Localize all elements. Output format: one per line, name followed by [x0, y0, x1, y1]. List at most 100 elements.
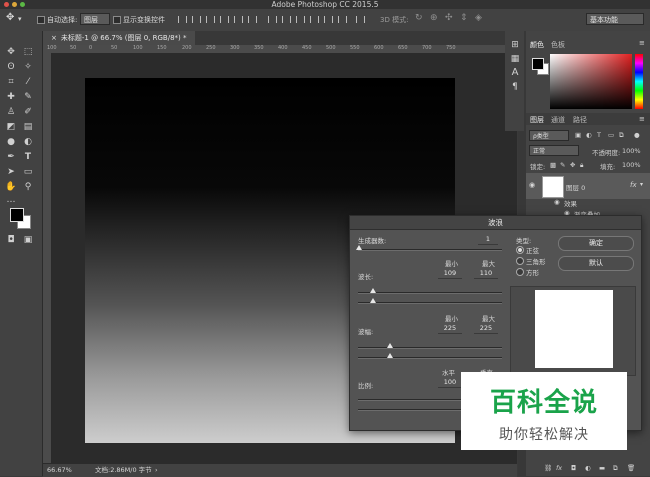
- amplitude-max-slider[interactable]: [358, 357, 502, 359]
- chevron-right-icon[interactable]: ›: [155, 464, 158, 477]
- default-button[interactable]: 默认: [558, 256, 634, 271]
- align-hcenter-icon[interactable]: [234, 16, 243, 23]
- marquee-tool-icon[interactable]: ⬚: [22, 46, 34, 58]
- panel-menu-icon[interactable]: ≡: [639, 39, 645, 47]
- document-tab[interactable]: × 未标题-1 @ 66.7% (图层 0, RGB/8*) *: [43, 31, 195, 45]
- maximize-window-button[interactable]: [20, 2, 25, 7]
- type-sine-label[interactable]: 正弦: [526, 245, 539, 255]
- more-tools-icon[interactable]: …: [5, 194, 17, 206]
- close-icon[interactable]: ×: [51, 34, 57, 42]
- chevron-down-icon[interactable]: ▾: [640, 181, 643, 188]
- move-tool-icon[interactable]: ✥: [6, 12, 14, 23]
- blur-tool-icon[interactable]: ●: [5, 136, 17, 148]
- foreground-color-swatch[interactable]: [10, 208, 24, 222]
- lock-all-icon[interactable]: 🔒︎: [580, 161, 583, 170]
- dodge-tool-icon[interactable]: ◐: [22, 136, 34, 148]
- auto-select-checkbox[interactable]: [37, 16, 45, 24]
- properties-panel-icon[interactable]: ▦: [509, 53, 521, 65]
- tab-channels[interactable]: 通道: [551, 115, 565, 125]
- pen-tool-icon[interactable]: ✒: [5, 151, 17, 163]
- rotate-3d-icon[interactable]: ↻: [415, 13, 423, 23]
- minimize-window-button[interactable]: [12, 2, 17, 7]
- new-layer-icon[interactable]: ⧉: [613, 464, 618, 473]
- magic-wand-tool-icon[interactable]: ✧: [22, 61, 34, 73]
- close-window-button[interactable]: [4, 2, 9, 7]
- tab-swatches[interactable]: 色板: [551, 40, 565, 50]
- align-left-icon[interactable]: [220, 16, 229, 23]
- show-transform-checkbox[interactable]: [113, 16, 121, 24]
- generators-slider-track[interactable]: [358, 249, 502, 251]
- fill-value[interactable]: 100%: [622, 161, 641, 169]
- character-panel-icon[interactable]: A: [509, 67, 521, 79]
- drag-3d-icon[interactable]: ✣: [445, 13, 453, 23]
- wavelength-max-field[interactable]: 110: [474, 268, 498, 279]
- panel-menu-icon[interactable]: ≡: [639, 115, 645, 123]
- layer-kind-filter[interactable]: ρ类型: [529, 130, 569, 141]
- color-panel-foreground-swatch[interactable]: [532, 58, 544, 70]
- distribute-vcenter-icon[interactable]: [282, 16, 291, 23]
- lock-position-icon[interactable]: ✥: [570, 161, 575, 169]
- hand-tool-icon[interactable]: ✋: [5, 181, 17, 193]
- ok-button[interactable]: 确定: [558, 236, 634, 251]
- wavelength-min-handle[interactable]: [370, 288, 376, 293]
- filter-type-icon[interactable]: T: [597, 131, 601, 139]
- tab-layers[interactable]: 图层: [530, 115, 544, 125]
- type-sine-radio[interactable]: [516, 246, 524, 254]
- filter-toggle-icon[interactable]: ●: [634, 131, 640, 139]
- amplitude-max-handle[interactable]: [387, 353, 393, 358]
- amplitude-min-field[interactable]: 225: [438, 323, 462, 334]
- generators-slider-handle[interactable]: [356, 245, 362, 250]
- slide-3d-icon[interactable]: ⇕: [460, 13, 468, 23]
- scale-horizontal-field[interactable]: 100: [438, 377, 462, 388]
- generators-field[interactable]: 1: [478, 234, 498, 245]
- align-bottom-icon[interactable]: [206, 16, 215, 23]
- eyedropper-tool-icon[interactable]: ⁄: [22, 76, 34, 88]
- blend-mode-dropdown[interactable]: 正常: [529, 145, 579, 156]
- layer-name[interactable]: 图层 0: [566, 182, 585, 192]
- move-tool-icon[interactable]: ✥: [5, 46, 17, 58]
- lock-pixels-icon[interactable]: ✎: [560, 161, 565, 169]
- amplitude-max-field[interactable]: 225: [474, 323, 498, 334]
- adjustment-layer-icon[interactable]: ◐: [585, 464, 591, 472]
- quick-mask-icon[interactable]: ◘: [5, 234, 17, 246]
- zoom-tool-icon[interactable]: ⚲: [22, 181, 34, 193]
- layer-select-dropdown[interactable]: 图层: [80, 13, 110, 25]
- screen-mode-icon[interactable]: ▣: [22, 234, 34, 246]
- amplitude-min-handle[interactable]: [387, 343, 393, 348]
- path-selection-tool-icon[interactable]: ➤: [5, 166, 17, 178]
- visibility-eye-icon[interactable]: ◉: [529, 181, 535, 189]
- delete-layer-icon[interactable]: 🗑︎: [627, 464, 635, 472]
- crop-tool-icon[interactable]: ⌗: [5, 76, 17, 88]
- filter-adjustment-icon[interactable]: ◐: [586, 131, 592, 139]
- tab-color[interactable]: 颜色: [530, 40, 544, 50]
- type-square-label[interactable]: 方形: [526, 267, 539, 277]
- rectangle-tool-icon[interactable]: ▭: [22, 166, 34, 178]
- healing-brush-tool-icon[interactable]: ✚: [5, 91, 17, 103]
- chevron-down-icon[interactable]: ▾: [18, 15, 22, 23]
- type-square-radio[interactable]: [516, 268, 524, 276]
- history-panel-icon[interactable]: ⊞: [509, 39, 521, 51]
- lock-transparent-icon[interactable]: ▩: [550, 161, 556, 169]
- distribute-hcenter-icon[interactable]: [324, 16, 333, 23]
- roll-3d-icon[interactable]: ⊕: [430, 13, 438, 23]
- wavelength-max-slider[interactable]: [358, 302, 502, 304]
- add-mask-icon[interactable]: ◘: [571, 464, 576, 472]
- brush-tool-icon[interactable]: ✎: [22, 91, 34, 103]
- distribute-top-icon[interactable]: [268, 16, 277, 23]
- distribute-bottom-icon[interactable]: [296, 16, 305, 23]
- link-layers-icon[interactable]: ⛓: [544, 464, 552, 472]
- new-group-icon[interactable]: ▬: [599, 464, 605, 472]
- layer-row[interactable]: ◉ 图层 0 fx ▾: [526, 173, 650, 199]
- align-vcenter-icon[interactable]: [192, 16, 201, 23]
- type-triangle-label[interactable]: 三角形: [526, 256, 546, 266]
- add-layer-style-icon[interactable]: fx: [556, 464, 562, 472]
- distribute-right-icon[interactable]: [338, 16, 347, 23]
- align-top-icon[interactable]: [178, 16, 187, 23]
- opacity-value[interactable]: 100%: [622, 147, 641, 155]
- scale-3d-icon[interactable]: ◈: [475, 13, 482, 23]
- gradient-tool-icon[interactable]: ▤: [22, 121, 34, 133]
- wavelength-min-field[interactable]: 109: [438, 268, 462, 279]
- distribute-left-icon[interactable]: [310, 16, 319, 23]
- align-right-icon[interactable]: [248, 16, 257, 23]
- layer-effects-fx-icon[interactable]: fx: [630, 181, 637, 189]
